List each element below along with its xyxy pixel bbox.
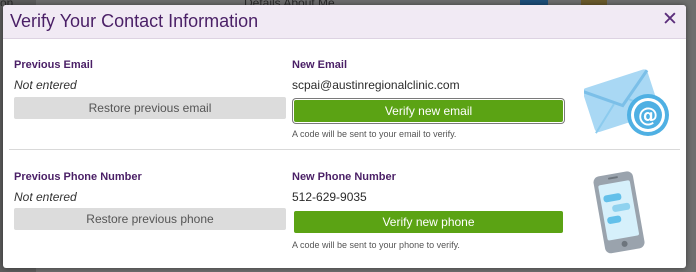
phone-chat-icon — [593, 171, 645, 254]
email-hint: A code will be sent to your email to ver… — [292, 129, 457, 139]
previous-email-label: Previous Email — [14, 59, 93, 71]
modal-title: Verify Your Contact Information — [10, 11, 259, 31]
email-at-icon: @ — [584, 69, 669, 136]
verify-contact-modal: Verify Your Contact Information ✕ Previo… — [3, 5, 686, 268]
previous-email-value: Not entered — [14, 78, 77, 92]
svg-text:@: @ — [638, 103, 658, 127]
restore-previous-phone-button[interactable]: Restore previous phone — [14, 208, 286, 230]
close-icon[interactable]: ✕ — [660, 10, 680, 30]
verify-new-email-button[interactable]: Verify new email — [294, 100, 563, 122]
restore-previous-email-button[interactable]: Restore previous email — [14, 97, 286, 119]
verify-new-phone-button[interactable]: Verify new phone — [294, 211, 563, 233]
new-email-label: New Email — [292, 59, 348, 71]
phone-hint: A code will be sent to your phone to ver… — [292, 240, 460, 250]
previous-phone-label: Previous Phone Number — [14, 171, 142, 183]
new-phone-value: 512-629-9035 — [292, 190, 367, 204]
previous-phone-value: Not entered — [14, 190, 77, 204]
new-phone-label: New Phone Number — [292, 171, 396, 183]
modal-header: Verify Your Contact Information ✕ — [3, 5, 686, 39]
new-email-value: scpai@austinregionalclinic.com — [292, 78, 460, 92]
section-divider — [9, 149, 680, 150]
